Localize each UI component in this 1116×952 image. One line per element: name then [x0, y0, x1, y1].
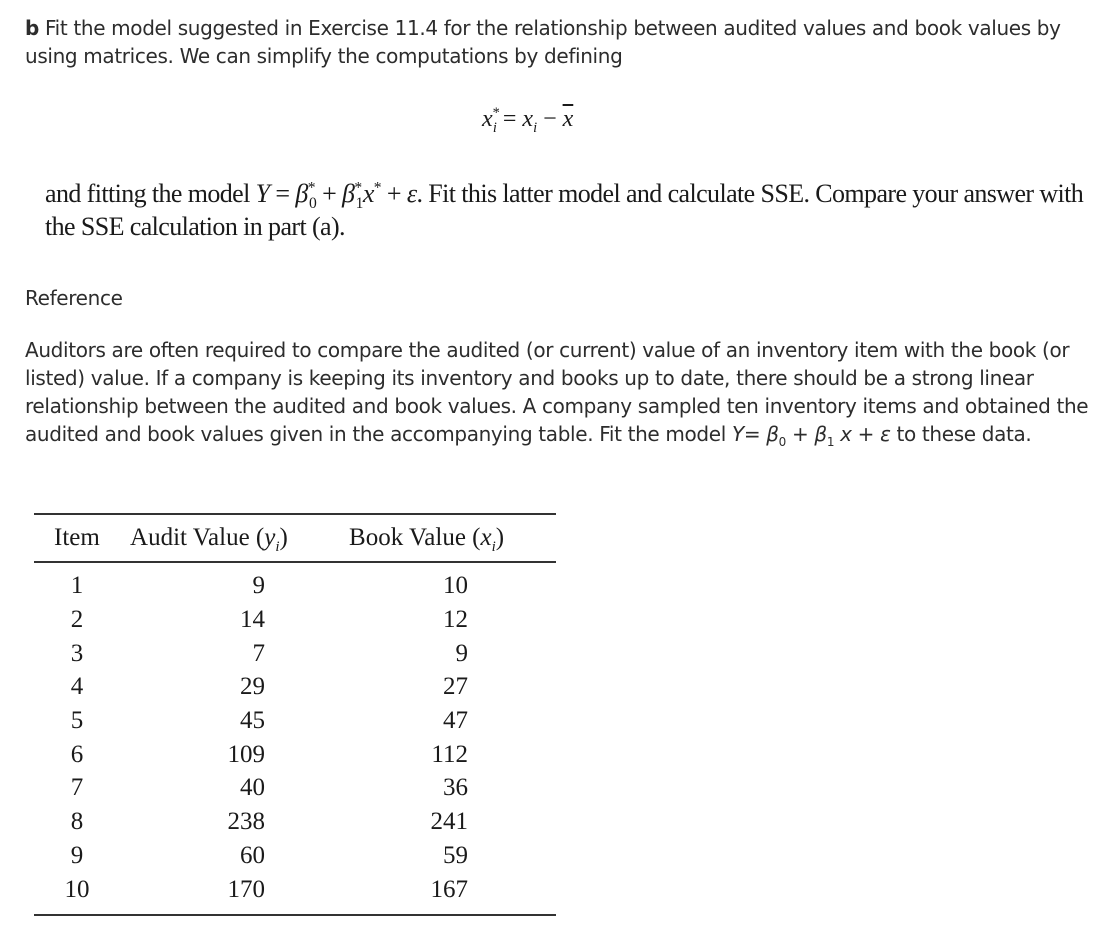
inventory-table-container: Item Audit Value (yi) Book Value (xi) 19…	[34, 513, 556, 916]
cell-audit-value: 45	[240, 707, 266, 735]
inventory-table: Item Audit Value (yi) Book Value (xi) 19…	[34, 513, 556, 916]
ref-model-x: x	[840, 422, 852, 446]
model-beta1-sub: 1	[355, 195, 364, 213]
reference-heading: Reference	[25, 286, 123, 310]
cell-audit-value: 7	[252, 639, 266, 667]
cell-item: 2	[70, 606, 84, 634]
table-row: 3 7 9	[34, 636, 556, 670]
formula-equals: =	[502, 106, 517, 132]
cell-book-value: 12	[443, 606, 468, 634]
ref-model-beta1-sub: 1	[826, 435, 835, 449]
ref-model-beta1: β	[814, 422, 827, 446]
ref-model-beta0-sub: 0	[778, 435, 787, 449]
table-header-row: Item Audit Value (yi) Book Value (xi)	[34, 514, 556, 562]
part-b-text: Fit the model suggested in Exercise 11.4…	[25, 16, 1061, 68]
cell-audit-value: 14	[240, 606, 266, 634]
header-audit-close: )	[279, 524, 288, 551]
table-row: 6 109 112	[34, 737, 556, 771]
model-Y: Y	[255, 179, 270, 208]
cell-book-value: 27	[443, 673, 468, 701]
table-row: 4 29 27	[34, 670, 556, 704]
cell-audit-value: 29	[240, 673, 266, 701]
formula-star: *	[492, 105, 500, 121]
table-body: 1 9 10 2 14 12 3 7 9 4 29 27 5 45 47 6 109 112 7 40 36 8 238 24…	[34, 562, 556, 915]
header-book-var: x	[480, 524, 492, 551]
model-x: x	[362, 179, 375, 208]
model-text-intro: and fitting the model	[45, 179, 256, 208]
ref-model-plus-1: +	[785, 422, 815, 446]
cell-item: 8	[70, 808, 84, 836]
formula-lhs-var: x	[482, 106, 493, 132]
cell-item: 10	[64, 875, 90, 903]
cell-book-value: 47	[443, 707, 468, 735]
cell-audit-value: 238	[227, 808, 266, 836]
cell-book-value: 9	[455, 639, 469, 667]
formula-rhs-sub: i	[533, 119, 538, 136]
model-plus-1: +	[316, 179, 343, 208]
table-row: 9 60 59	[34, 839, 556, 873]
cell-item: 6	[70, 740, 84, 768]
table-row: 10 170 167	[34, 872, 556, 915]
header-book-value: Book Value (xi)	[337, 514, 556, 562]
cell-book-value: 241	[430, 808, 469, 836]
model-beta1: β	[342, 179, 355, 208]
cell-audit-value: 109	[227, 740, 266, 768]
model-eq: =	[269, 179, 296, 208]
cell-audit-value: 40	[240, 774, 266, 802]
model-description: and fitting the model Y = β*0 + β*1x* + …	[45, 177, 1095, 243]
cell-item: 9	[70, 841, 84, 869]
ref-model-epsilon: ε	[880, 422, 891, 446]
header-book-label: Book Value (	[349, 524, 481, 551]
model-beta1-star: *	[354, 179, 362, 197]
cell-book-value: 167	[430, 875, 469, 903]
cell-item: 4	[70, 673, 84, 701]
model-plus-2: +	[380, 179, 407, 208]
reference-paragraph: Auditors are often required to compare t…	[25, 336, 1115, 448]
header-audit-label: Audit Value (	[130, 524, 265, 551]
ref-model-beta0: β	[766, 422, 779, 446]
cell-audit-value: 170	[227, 875, 266, 903]
model-x-star: *	[373, 179, 382, 197]
formula-minus: −	[543, 106, 557, 132]
table-row: 2 14 12	[34, 603, 556, 637]
cell-audit-value: 60	[240, 841, 266, 869]
header-audit-var: y	[264, 524, 276, 551]
table-row: 1 9 10	[34, 562, 556, 603]
cell-book-value: 112	[431, 740, 468, 768]
table-row: 7 40 36	[34, 771, 556, 805]
cell-book-value: 10	[443, 572, 468, 600]
cell-book-value: 59	[443, 841, 468, 869]
formula-rhs-var: x	[522, 106, 534, 132]
cell-audit-value: 9	[252, 572, 266, 600]
cell-item: 7	[70, 774, 84, 802]
header-book-close: )	[495, 524, 505, 551]
cell-item: 3	[70, 639, 84, 667]
header-audit-value: Audit Value (yi)	[120, 514, 337, 562]
table-row: 5 45 47	[34, 704, 556, 738]
model-beta0: β	[295, 179, 308, 208]
cell-item: 1	[70, 572, 84, 600]
cell-book-value: 36	[443, 774, 468, 802]
part-label: b	[25, 16, 39, 40]
centering-formula: x*i = xi − x	[482, 104, 574, 136]
model-epsilon: ε	[406, 179, 417, 208]
cell-item: 5	[70, 707, 84, 735]
formula-lhs-sub: i	[492, 119, 497, 136]
reference-ending: to these data.	[890, 422, 1032, 446]
question-part-b: b Fit the model suggested in Exercise 11…	[25, 14, 1105, 70]
ref-model-Y: Y	[731, 422, 744, 446]
header-item: Item	[54, 524, 100, 551]
ref-model-eq: =	[743, 422, 767, 446]
formula-mean: x	[562, 106, 574, 132]
table-row: 8 238 241	[34, 805, 556, 839]
model-beta0-star: *	[307, 179, 316, 197]
ref-model-plus-2: +	[851, 422, 881, 446]
